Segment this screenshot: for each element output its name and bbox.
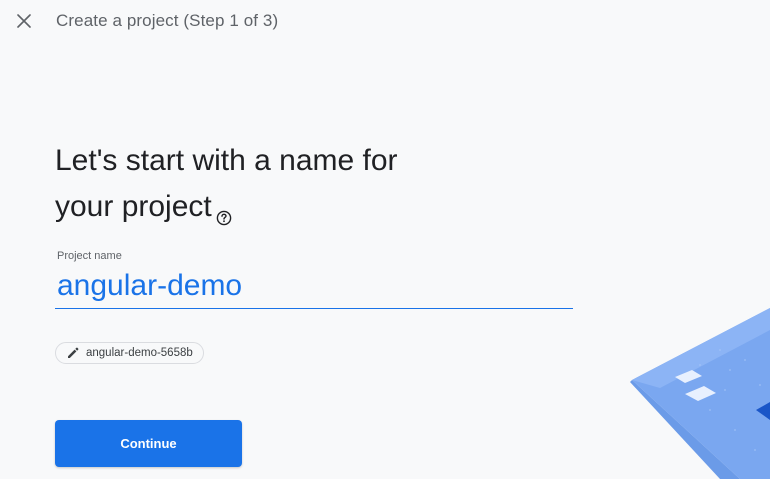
heading-line-2-wrap: your project [55, 184, 475, 230]
project-name-input[interactable] [55, 263, 573, 309]
close-button[interactable] [12, 9, 36, 33]
heading-line-2: your project [55, 190, 212, 223]
project-id-chip[interactable]: angular-demo-5658b [55, 342, 204, 364]
project-id-text: angular-demo-5658b [86, 347, 193, 359]
close-icon [17, 14, 31, 28]
pencil-icon [66, 346, 80, 360]
isometric-illustration [630, 308, 770, 479]
project-name-label: Project name [57, 250, 122, 262]
help-icon[interactable] [216, 194, 232, 226]
continue-button[interactable]: Continue [55, 420, 242, 467]
page-heading: Let's start with a name for your project [55, 138, 475, 230]
heading-line-1: Let's start with a name for [55, 144, 398, 177]
header-title: Create a project (Step 1 of 3) [56, 11, 279, 30]
create-project-page: Create a project (Step 1 of 3) Let's sta… [0, 0, 770, 479]
